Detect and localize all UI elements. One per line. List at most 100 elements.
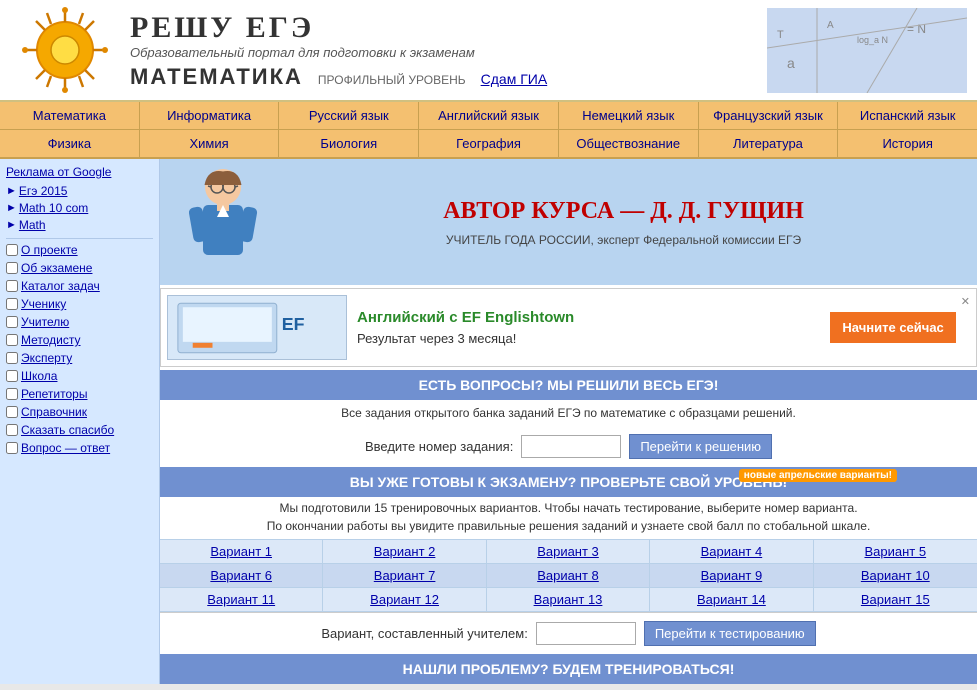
sidebar-nav-label-ekspertu[interactable]: Эксперту xyxy=(21,351,72,365)
section1-input-label: Введите номер задания: xyxy=(365,439,513,454)
sidebar-nav-ekspertu[interactable]: Эксперту xyxy=(6,351,153,365)
ad-close-icon[interactable]: ✕ xyxy=(961,295,970,308)
variant-11-link[interactable]: Вариант 11 xyxy=(207,592,275,607)
sidebar-ad-label[interactable]: Реклама от Google xyxy=(6,165,153,179)
variant-1-link[interactable]: Вариант 1 xyxy=(210,544,272,559)
section1-subtext: Все задания открытого банка заданий ЕГЭ … xyxy=(160,400,977,426)
sidebar-nav-label-katalog[interactable]: Каталог задач xyxy=(21,279,100,293)
ad-subtitle: Результат через 3 месяца! xyxy=(357,331,820,346)
variant-10-link[interactable]: Вариант 10 xyxy=(861,568,930,583)
sidebar-nav-label-repetitory[interactable]: Репетиторы xyxy=(21,387,87,401)
go-to-testing-button[interactable]: Перейти к тестированию xyxy=(644,621,816,646)
variant-cell: Вариант 14 xyxy=(650,588,813,611)
variant-12-link[interactable]: Вариант 12 xyxy=(370,592,439,607)
sidebar-nav-label-spasibo[interactable]: Сказать спасибо xyxy=(21,423,114,437)
nav-english[interactable]: Английский язык xyxy=(419,102,559,129)
checkbox-vopros[interactable] xyxy=(6,442,18,454)
sidebar-nav-ob-ekzamene[interactable]: Об экзамене xyxy=(6,261,153,275)
nav-bar-2: Физика Химия Биология География Общество… xyxy=(0,130,977,159)
svg-text:T: T xyxy=(777,29,784,41)
nav-german[interactable]: Немецкий язык xyxy=(559,102,699,129)
logo xyxy=(10,5,120,95)
checkbox-repetitory[interactable] xyxy=(6,388,18,400)
sidebar-nav-label-ob-ekzamene[interactable]: Об экзамене xyxy=(21,261,92,275)
gim-link[interactable]: Сдам ГИА xyxy=(481,71,548,87)
site-title: РЕШУ ЕГЭ xyxy=(130,11,767,45)
nav-chemistry[interactable]: Химия xyxy=(140,130,280,157)
sidebar-nav-label-metodistu[interactable]: Методисту xyxy=(21,333,81,347)
sidebar-nav-shkola[interactable]: Школа xyxy=(6,369,153,383)
sidebar-nav-repetitory[interactable]: Репетиторы xyxy=(6,387,153,401)
checkbox-metodistu[interactable] xyxy=(6,334,18,346)
author-figure xyxy=(168,167,278,277)
variant-14-link[interactable]: Вариант 14 xyxy=(697,592,766,607)
sidebar-link-label-2[interactable]: Math 10 com xyxy=(19,201,88,215)
nav-spanish[interactable]: Испанский язык xyxy=(838,102,977,129)
variant-2-link[interactable]: Вариант 2 xyxy=(374,544,436,559)
content: АВТОР КУРСА — Д. Д. ГУЩИН УЧИТЕЛЬ ГОДА Р… xyxy=(160,159,977,684)
variant-cell: Вариант 4 xyxy=(650,540,813,563)
checkbox-o-proekte[interactable] xyxy=(6,244,18,256)
sidebar-link-3[interactable]: ► Math xyxy=(6,218,153,232)
sidebar-nav-label-o-proekte[interactable]: О проекте xyxy=(21,243,78,257)
go-to-solution-button[interactable]: Перейти к решению xyxy=(629,434,772,459)
sidebar-nav-label-uchitelyu[interactable]: Учителю xyxy=(21,315,69,329)
checkbox-ucheniku[interactable] xyxy=(6,298,18,310)
nav-physics[interactable]: Физика xyxy=(0,130,140,157)
variant-7-link[interactable]: Вариант 7 xyxy=(374,568,436,583)
nav-geography[interactable]: География xyxy=(419,130,559,157)
task-number-input[interactable] xyxy=(521,435,621,458)
checkbox-shkola[interactable] xyxy=(6,370,18,382)
checkbox-spasibo[interactable] xyxy=(6,424,18,436)
nav-history[interactable]: История xyxy=(838,130,977,157)
checkbox-uchitelyu[interactable] xyxy=(6,316,18,328)
variant-6-link[interactable]: Вариант 6 xyxy=(210,568,272,583)
teacher-variant-label: Вариант, составленный учителем: xyxy=(321,626,527,641)
variant-cell: Вариант 12 xyxy=(323,588,486,611)
section1-header: ЕСТЬ ВОПРОСЫ? МЫ РЕШИЛИ ВЕСЬ ЕГЭ! xyxy=(160,370,977,400)
sidebar-link-label-3[interactable]: Math xyxy=(19,218,46,232)
variant-cell: Вариант 2 xyxy=(323,540,486,563)
variant-cell: Вариант 10 xyxy=(814,564,977,587)
teacher-variant-row: Вариант, составленный учителем: Перейти … xyxy=(160,612,977,654)
sidebar-nav-o-proekte[interactable]: О проекте xyxy=(6,243,153,257)
checkbox-ekspertu[interactable] xyxy=(6,352,18,364)
checkbox-katalog[interactable] xyxy=(6,280,18,292)
sidebar-nav-katalog[interactable]: Каталог задач xyxy=(6,279,153,293)
nav-russian[interactable]: Русский язык xyxy=(279,102,419,129)
nav-matematika[interactable]: Математика xyxy=(0,102,140,129)
sidebar-nav-uchitelyu[interactable]: Учителю xyxy=(6,315,153,329)
sidebar-nav-label-spravochnik[interactable]: Справочник xyxy=(21,405,87,419)
sidebar-nav-spravochnik[interactable]: Справочник xyxy=(6,405,153,419)
sidebar-link-1[interactable]: ► Егэ 2015 xyxy=(6,184,153,198)
sidebar-link-label-1[interactable]: Егэ 2015 xyxy=(19,184,68,198)
sidebar-nav-spasibo[interactable]: Сказать спасибо xyxy=(6,423,153,437)
sidebar-link-2[interactable]: ► Math 10 com xyxy=(6,201,153,215)
variant-13-link[interactable]: Вариант 13 xyxy=(534,592,603,607)
variant-5-link[interactable]: Вариант 5 xyxy=(864,544,926,559)
teacher-variant-input[interactable] xyxy=(536,622,636,645)
sidebar-nav-vopros[interactable]: Вопрос — ответ xyxy=(6,441,153,455)
nav-informatika[interactable]: Информатика xyxy=(140,102,280,129)
ad-banner: EF Английский с EF Englishtown Результат… xyxy=(160,288,977,367)
author-text: АВТОР КУРСА — Д. Д. ГУЩИН УЧИТЕЛЬ ГОДА Р… xyxy=(278,198,969,247)
checkbox-ob-ekzamene[interactable] xyxy=(6,262,18,274)
nav-literature[interactable]: Литература xyxy=(699,130,839,157)
svg-text:A: A xyxy=(827,20,834,31)
nav-social[interactable]: Обществознание xyxy=(559,130,699,157)
variant-3-link[interactable]: Вариант 3 xyxy=(537,544,599,559)
variant-9-link[interactable]: Вариант 9 xyxy=(701,568,763,583)
sidebar-nav-label-vopros[interactable]: Вопрос — ответ xyxy=(21,441,110,455)
sidebar-nav-metodistu[interactable]: Методисту xyxy=(6,333,153,347)
variant-8-link[interactable]: Вариант 8 xyxy=(537,568,599,583)
ad-start-button[interactable]: Начните сейчас xyxy=(830,312,955,343)
sidebar-nav-ucheniku[interactable]: Ученику xyxy=(6,297,153,311)
nav-french[interactable]: Французский язык xyxy=(699,102,839,129)
variant-15-link[interactable]: Вариант 15 xyxy=(861,592,930,607)
checkbox-spravochnik[interactable] xyxy=(6,406,18,418)
variant-4-link[interactable]: Вариант 4 xyxy=(701,544,763,559)
sidebar-nav-label-shkola[interactable]: Школа xyxy=(21,369,57,383)
sidebar-nav-label-ucheniku[interactable]: Ученику xyxy=(21,297,66,311)
variant-cell: Вариант 5 xyxy=(814,540,977,563)
nav-biology[interactable]: Биология xyxy=(279,130,419,157)
